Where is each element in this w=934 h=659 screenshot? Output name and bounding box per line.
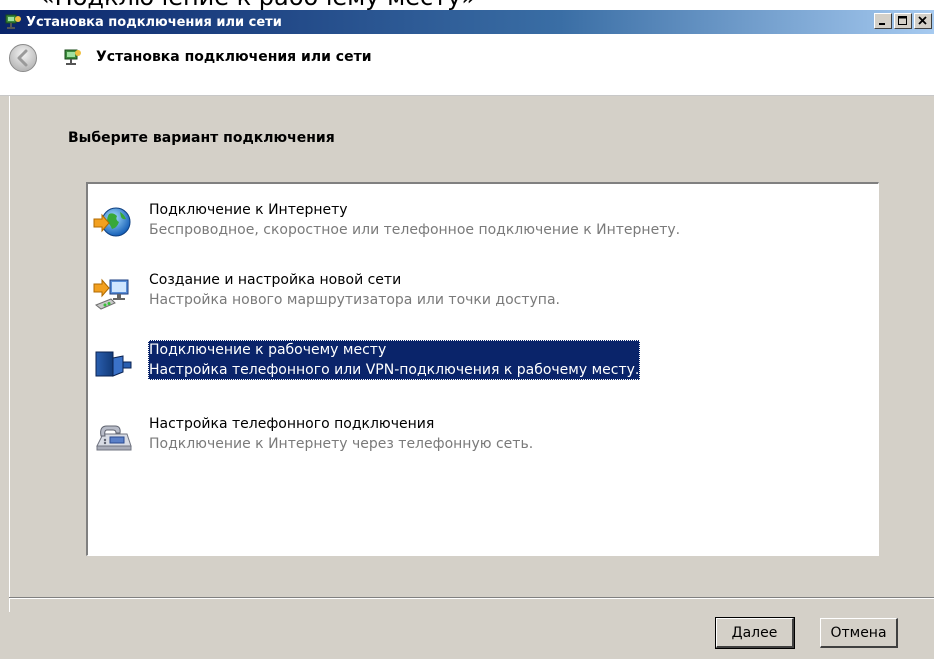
minimize-icon [879,23,885,25]
top-caption: «Подключение к рабочему месту» [40,0,476,10]
option-description: Подключение к Интернету через телефонную… [149,436,534,452]
option-title: Настройка телефонного подключения [149,416,435,432]
option-text: Подключение к Интернету Беспроводное, ск… [148,200,681,240]
window-controls [874,13,932,29]
wizard-title: Установка подключения или сети [96,49,372,65]
option-workplace[interactable]: Подключение к рабочему месту Настройка т… [88,328,868,388]
network-setup-icon [93,278,129,310]
next-button[interactable]: Далее [715,617,795,649]
title-bar[interactable]: Установка подключения или сети [0,10,934,34]
option-description: Настройка нового маршрутизатора или точк… [149,292,560,308]
back-arrow-icon[interactable] [8,43,38,73]
cancel-button-label: Отмена [830,624,887,641]
option-internet[interactable]: Подключение к Интернету Беспроводное, ск… [88,188,868,248]
option-title: Подключение к рабочему месту [149,342,387,358]
option-title: Подключение к Интернету [149,202,348,218]
option-title: Создание и настройка новой сети [149,272,402,288]
close-icon [918,16,927,25]
option-dialup[interactable]: Настройка телефонного подключения Подклю… [88,402,868,462]
navigation-bar: Установка подключения или сети [0,34,934,96]
option-text: Создание и настройка новой сети Настройк… [148,270,561,310]
cancel-button[interactable]: Отмена [820,618,898,648]
option-description: Беспроводное, скоростное или телефонное … [149,222,681,238]
dialup-phone-icon [96,425,132,451]
minimize-button[interactable] [874,13,892,29]
option-description: Настройка телефонного или VPN-подключени… [149,362,640,378]
option-text: Настройка телефонного подключения Подклю… [148,414,534,454]
connection-options-list[interactable]: Подключение к Интернету Беспроводное, ск… [86,182,879,556]
workplace-server-icon [95,351,132,377]
option-text: Подключение к рабочему месту Настройка т… [148,340,641,380]
close-button[interactable] [914,13,932,29]
network-connection-icon [64,49,81,65]
globe-internet-icon [93,207,131,237]
footer-divider [9,597,934,599]
top-caption-strip: «Подключение к рабочему месту» [0,0,934,10]
connection-wizard-window: Установка подключения или сети Установка… [0,10,934,659]
option-new-network[interactable]: Создание и настройка новой сети Настройк… [88,258,868,318]
page-prompt: Выберите вариант подключения [68,130,335,146]
next-button-label: Далее [731,624,778,641]
maximize-button[interactable] [894,13,912,29]
window-title: Установка подключения или сети [26,14,282,30]
network-connection-icon [5,14,21,29]
wizard-content: Выберите вариант подключения Подключение… [9,96,934,612]
maximize-icon [898,16,907,25]
